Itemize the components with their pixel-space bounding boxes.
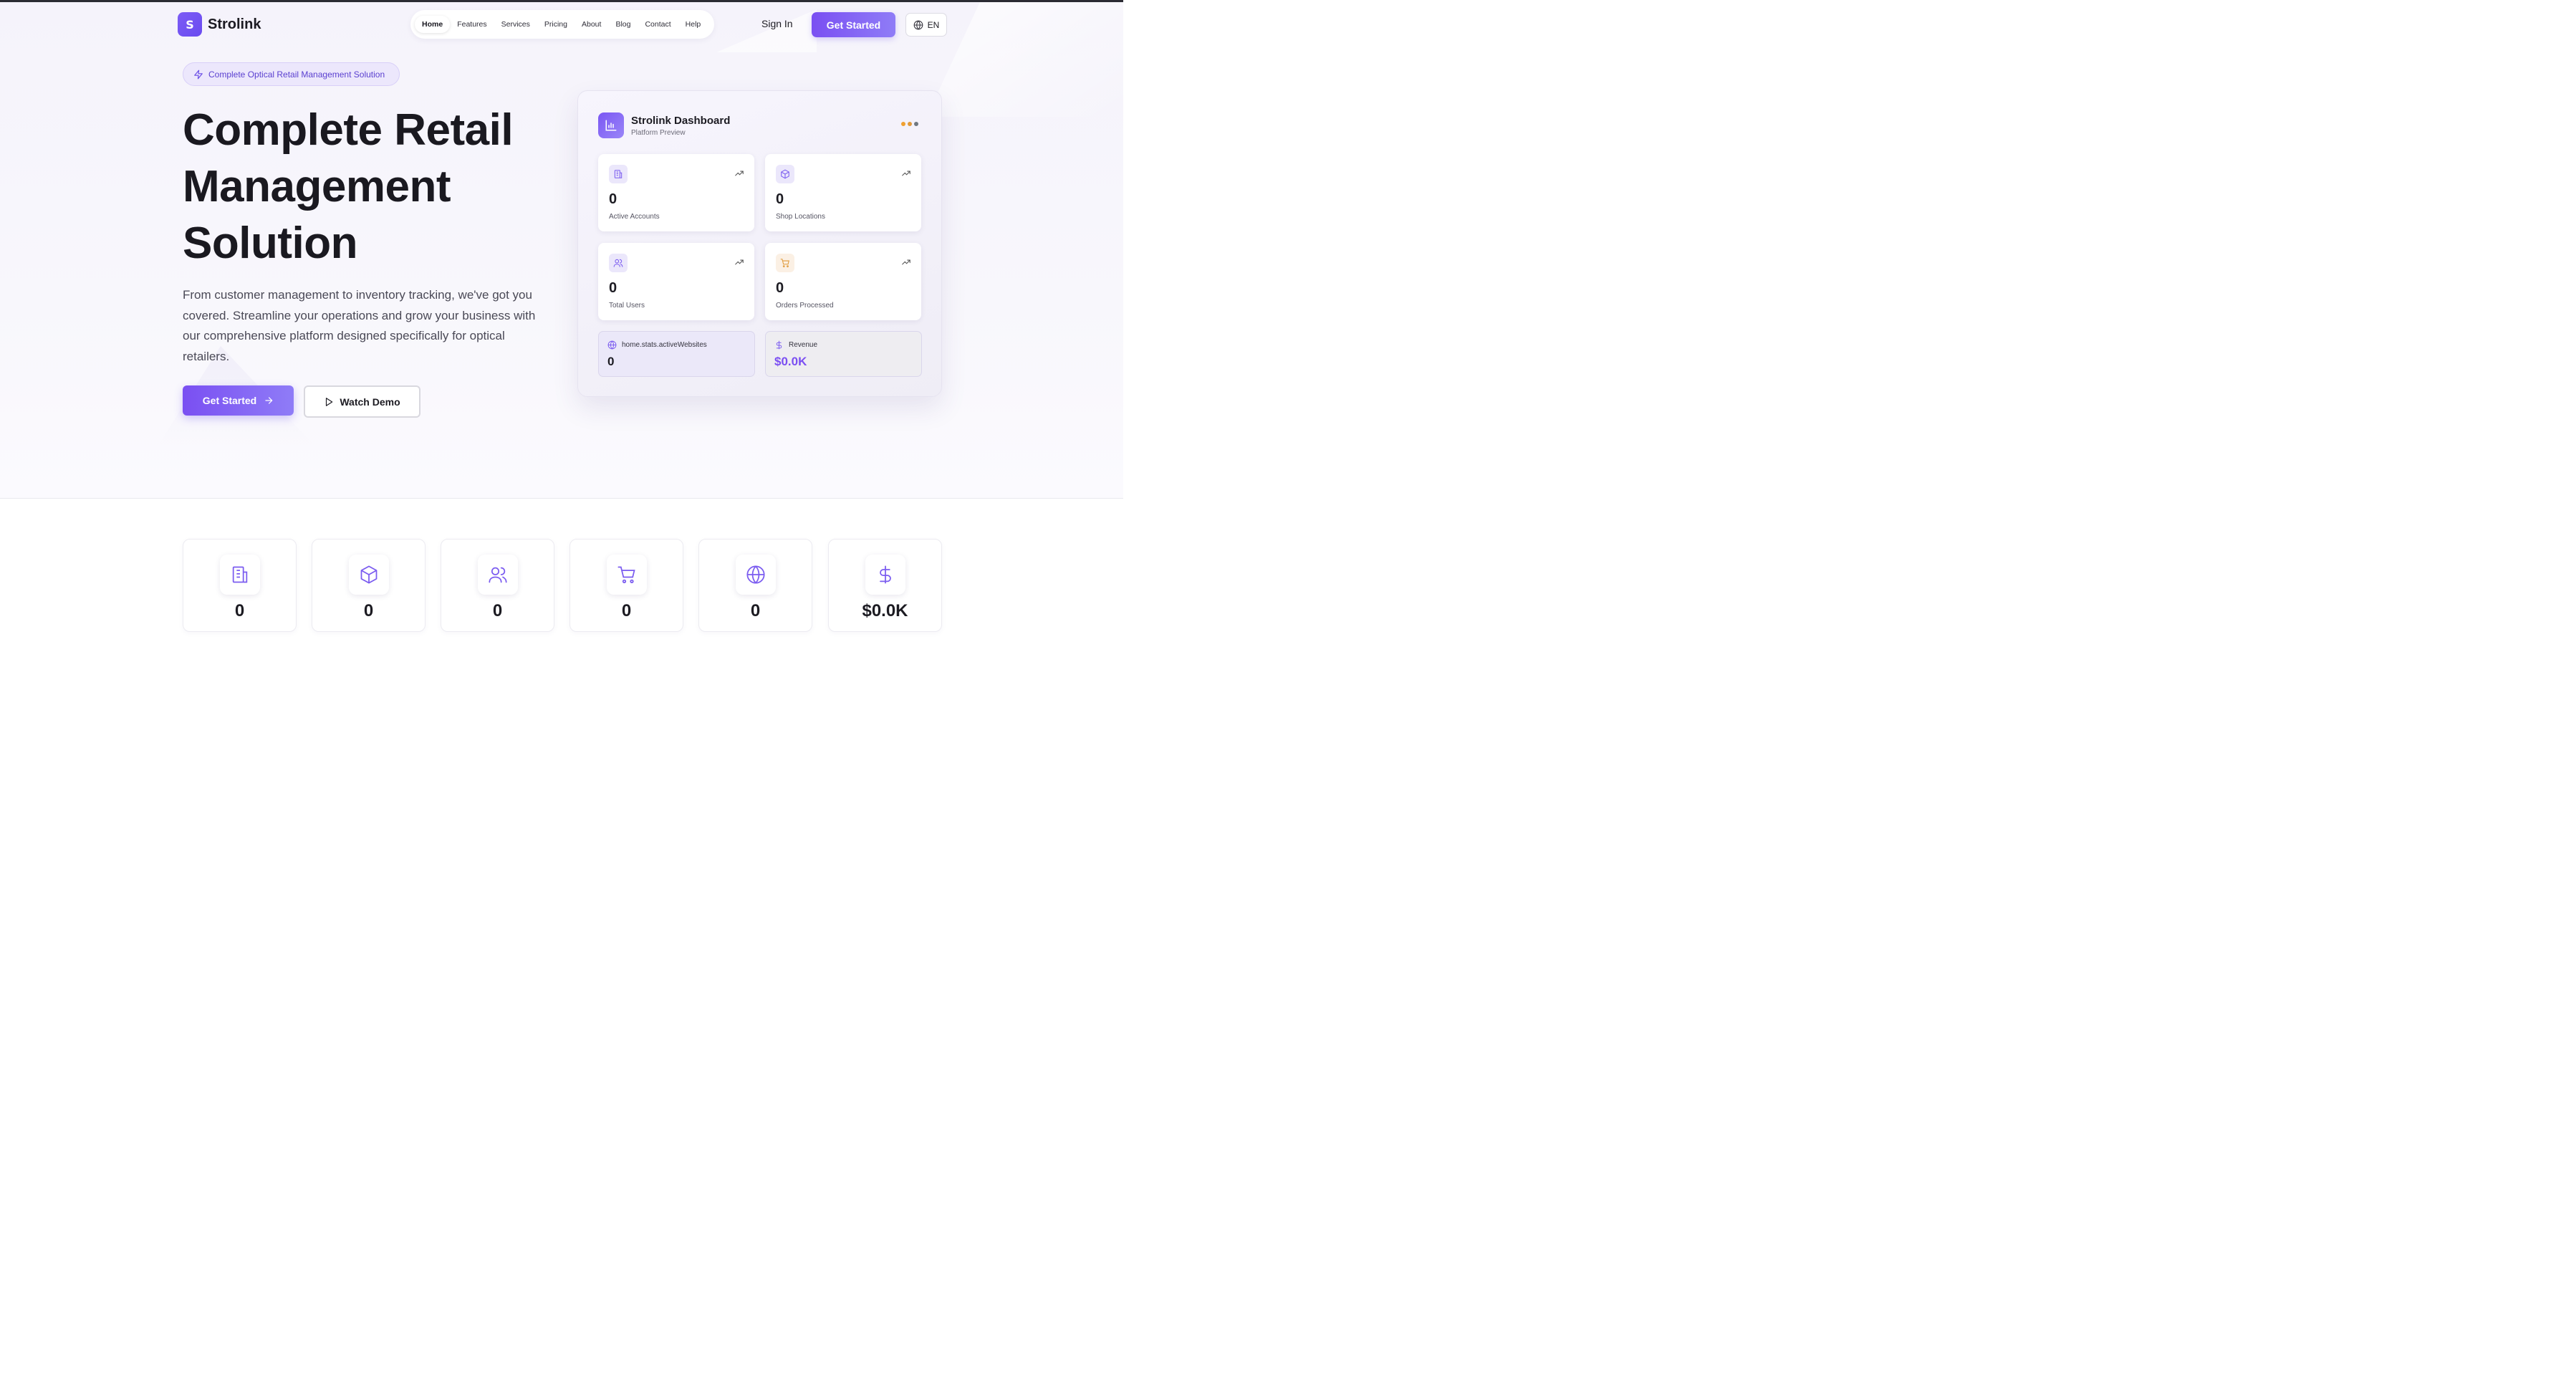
nav-blog[interactable]: Blog xyxy=(608,16,638,33)
nav-contact[interactable]: Contact xyxy=(638,16,678,33)
stat-label: Total Users xyxy=(609,302,645,310)
stat-value: 0 xyxy=(776,191,784,207)
watch-demo-label: Watch Demo xyxy=(340,395,400,408)
hero-title-line-3: Solution xyxy=(183,219,357,268)
cart-icon xyxy=(776,254,794,272)
users-icon xyxy=(609,254,628,272)
nav-help[interactable]: Help xyxy=(678,16,708,33)
globe-icon xyxy=(607,340,617,350)
hero-badge-text: Complete Optical Retail Management Solut… xyxy=(208,69,385,80)
get-started-label: Get Started xyxy=(202,395,257,406)
get-started-button-header[interactable]: Get Started xyxy=(812,12,895,37)
mini-stat-active-websites: home.stats.activeWebsites 0 xyxy=(598,331,755,377)
section-divider xyxy=(0,498,1123,499)
bar-chart-icon xyxy=(598,112,624,138)
stats-card-websites: 0 xyxy=(698,539,812,632)
stat-card-shop-locations: 0 Shop Locations xyxy=(765,154,921,231)
mini-stat-label: home.stats.activeWebsites xyxy=(622,341,707,349)
users-icon xyxy=(478,555,518,595)
dashboard-subtitle: Platform Preview xyxy=(631,128,686,137)
package-icon xyxy=(349,555,389,595)
language-selector[interactable]: EN xyxy=(905,13,947,37)
stat-value: 0 xyxy=(609,191,617,207)
arrow-right-icon xyxy=(264,395,274,406)
building-icon xyxy=(609,165,628,183)
dot-1 xyxy=(901,122,905,126)
stats-card-value: 0 xyxy=(234,601,245,620)
dot-2 xyxy=(908,122,912,126)
stats-card-value: 0 xyxy=(621,601,632,620)
nav-home[interactable]: Home xyxy=(415,16,451,33)
hero-title-line-1: Complete Retail xyxy=(183,105,514,155)
globe-icon xyxy=(736,555,776,595)
dashboard-header: Strolink Dashboard Platform Preview xyxy=(598,112,730,138)
play-icon xyxy=(324,397,334,407)
globe-icon xyxy=(913,20,923,30)
stats-card-revenue: $0.0K xyxy=(828,539,942,632)
stats-card-users: 0 xyxy=(441,539,554,632)
stat-label: Active Accounts xyxy=(609,213,660,221)
logo-mark: S xyxy=(178,12,202,37)
nav-about[interactable]: About xyxy=(575,16,608,33)
stats-card-value: 0 xyxy=(750,601,761,620)
trending-up-icon xyxy=(734,168,744,178)
nav-pricing[interactable]: Pricing xyxy=(537,16,575,33)
stat-value: 0 xyxy=(609,280,617,296)
mini-stat-value: $0.0K xyxy=(774,355,807,368)
brand-name: Strolink xyxy=(208,16,261,32)
nav-services[interactable]: Services xyxy=(494,16,537,33)
dollar-icon xyxy=(774,340,784,350)
stat-card-orders-processed: 0 Orders Processed xyxy=(765,243,921,320)
mini-stat-revenue: Revenue $0.0K xyxy=(765,331,922,377)
dashboard-preview-card: Strolink Dashboard Platform Preview 0 Ac… xyxy=(577,90,942,397)
hero-description: From customer management to inventory tr… xyxy=(183,288,536,363)
stats-card-locations: 0 xyxy=(312,539,426,632)
stats-card-value: $0.0K xyxy=(862,601,908,620)
main-nav: Home Features Services Pricing About Blo… xyxy=(410,10,714,39)
brand-logo[interactable]: S Strolink xyxy=(178,12,261,37)
window-dots xyxy=(901,122,918,126)
stats-card-value: 0 xyxy=(492,601,503,620)
language-label: EN xyxy=(927,19,940,30)
sign-in-link[interactable]: Sign In xyxy=(761,18,793,29)
dashboard-title: Strolink Dashboard xyxy=(631,114,731,127)
cart-icon xyxy=(607,555,647,595)
trending-up-icon xyxy=(901,168,911,178)
stat-label: Shop Locations xyxy=(776,213,825,221)
dot-3 xyxy=(914,122,918,126)
dollar-icon xyxy=(865,555,905,595)
nav-features[interactable]: Features xyxy=(450,16,494,33)
stat-card-active-accounts: 0 Active Accounts xyxy=(598,154,754,231)
stats-card-value: 0 xyxy=(363,601,374,620)
watch-demo-button[interactable]: Watch Demo xyxy=(304,385,420,418)
mini-stat-value: 0 xyxy=(607,355,615,368)
hero-title: Complete Retail Management Solution xyxy=(183,102,555,272)
trending-up-icon xyxy=(734,257,744,267)
stat-value: 0 xyxy=(776,280,784,296)
stats-card-accounts: 0 xyxy=(183,539,297,632)
lightning-icon xyxy=(193,69,203,80)
hero-title-line-2: Management xyxy=(183,162,451,211)
trending-up-icon xyxy=(901,257,911,267)
stat-card-total-users: 0 Total Users xyxy=(598,243,754,320)
hero-background xyxy=(0,2,1123,498)
package-icon xyxy=(776,165,794,183)
hero-badge: Complete Optical Retail Management Solut… xyxy=(183,62,400,86)
stats-card-orders: 0 xyxy=(569,539,683,632)
get-started-button-hero[interactable]: Get Started xyxy=(183,385,294,416)
mini-stat-label: Revenue xyxy=(789,341,818,349)
building-icon xyxy=(220,555,260,595)
stat-label: Orders Processed xyxy=(776,302,834,310)
